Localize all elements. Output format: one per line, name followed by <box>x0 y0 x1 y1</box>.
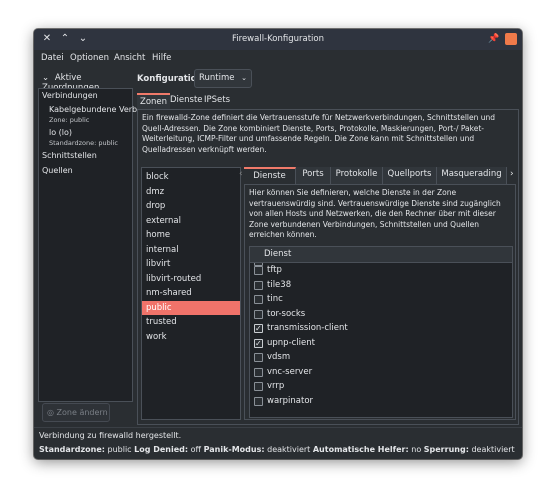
service-name: transmission-client <box>267 323 348 333</box>
zone-item-public[interactable]: public <box>142 300 240 315</box>
services-table-header[interactable]: Dienst <box>250 247 512 263</box>
tab-zones[interactable]: Zonen <box>137 93 171 109</box>
zone-item-trusted[interactable]: trusted <box>142 315 240 330</box>
active-bindings-panel: ⌄ Aktive Zuordnungen Verbindungen Kabelg… <box>38 71 139 425</box>
chevron-right-icon[interactable]: › <box>510 169 514 179</box>
table-row[interactable]: transmission-client <box>250 321 512 337</box>
change-zone-button[interactable]: ◎ Zone ändern <box>42 403 110 422</box>
status-details: Standardzone: public Log Denied: off Pan… <box>39 445 515 454</box>
zone-item-home[interactable]: home <box>142 228 240 243</box>
services-description: Hier können Sie definieren, welche Diens… <box>249 188 501 240</box>
tab-protokolle[interactable]: Protokolle <box>331 167 383 184</box>
service-checkbox[interactable] <box>254 396 263 406</box>
services-panel: Hier können Sie definieren, welche Diens… <box>244 184 516 420</box>
interface-item[interactable]: lo (lo) <box>49 128 72 137</box>
zone-item-nm-shared[interactable]: nm-shared <box>142 286 240 301</box>
status-log-denied-label: Log Denied: <box>134 445 189 454</box>
chevron-left-icon[interactable]: ‹ <box>239 169 243 179</box>
service-name: vnc-server <box>267 366 313 377</box>
connection-status: Verbindung zu firewalld hergestellt. <box>39 431 182 440</box>
zone-icon: ◎ <box>47 408 54 417</box>
service-checkbox[interactable] <box>254 367 263 377</box>
table-row[interactable]: upnp-client <box>250 336 512 351</box>
bindings-sources[interactable]: Quellen <box>42 166 73 175</box>
service-name: tile38 <box>267 279 292 290</box>
statusbar: Verbindung zu firewalld hergestellt. Sta… <box>34 427 522 459</box>
service-name: vrrp <box>267 381 285 391</box>
table-row[interactable]: vdsm <box>250 350 512 365</box>
zones-panel: Ein firewalld-Zone definiert die Vertrau… <box>137 109 519 425</box>
services-table: Dienst telnet tftp tile38 <box>249 246 513 418</box>
tab-services[interactable]: Dienste <box>167 93 206 109</box>
zone-description: Ein firewalld-Zone definiert die Vertrau… <box>142 113 496 154</box>
menu-datei[interactable]: Datei <box>41 53 64 63</box>
service-checkbox[interactable] <box>254 322 263 337</box>
config-select[interactable]: Runtime ⌄ <box>194 69 252 88</box>
service-checkbox[interactable] <box>254 280 263 290</box>
service-name: upnp-client <box>267 337 315 348</box>
menubar: Datei Optionen Ansicht Hilfe <box>34 50 522 68</box>
service-checkbox[interactable] <box>254 309 263 319</box>
chevron-down-icon: ⌄ <box>241 74 247 82</box>
zone-item-dmz[interactable]: dmz <box>142 185 240 200</box>
service-name: tor-socks <box>267 308 306 319</box>
menu-optionen[interactable]: Optionen <box>70 53 109 63</box>
window-title: Firewall-Konfiguration <box>232 34 324 44</box>
app-icon <box>505 33 517 45</box>
status-helpers-label: Automatische Helfer: <box>312 445 409 454</box>
tab-ports[interactable]: Ports <box>296 167 331 184</box>
table-row[interactable]: tftp <box>250 263 512 278</box>
interface-zone: Standardzone: public <box>49 139 118 147</box>
bindings-interfaces[interactable]: Schnittstellen <box>42 151 97 160</box>
pin-icon[interactable]: 📌 <box>487 32 501 46</box>
tab-dienste[interactable]: Dienste <box>244 167 296 184</box>
connection-zone: Zone: public <box>49 116 90 124</box>
table-row[interactable]: tinc <box>250 292 512 307</box>
table-row[interactable]: tile38 <box>250 278 512 293</box>
service-checkbox[interactable] <box>254 295 263 304</box>
zone-list: block dmz drop external home internal li… <box>141 167 241 420</box>
status-default-zone: public <box>107 445 132 454</box>
zone-tabs: ‹ Dienste Ports Protokolle Quellports Ma… <box>239 167 516 184</box>
status-lockdown: deaktiviert <box>471 445 515 454</box>
bindings-list: Verbindungen Kabelgebundene Verbi Zone: … <box>38 88 139 402</box>
service-name: warpinator <box>267 395 314 406</box>
menu-ansicht[interactable]: Ansicht <box>114 53 145 63</box>
table-row[interactable]: tor-socks <box>250 307 512 322</box>
status-log-denied: off <box>190 445 202 454</box>
service-checkbox[interactable] <box>254 353 263 362</box>
tab-ipsets[interactable]: IPSets <box>201 93 233 109</box>
status-panic-label: Panik-Modus: <box>203 445 265 454</box>
service-checkbox[interactable] <box>254 266 263 275</box>
firewall-window: ✕ ⌃ ⌄ Firewall-Konfiguration 📌 Datei Opt… <box>34 29 522 459</box>
main-panel: Konfiguration: Runtime ⌄ Zonen Dienste I… <box>137 69 519 425</box>
zone-item-internal[interactable]: internal <box>142 243 240 258</box>
table-row[interactable]: warpinator <box>250 394 512 409</box>
tab-masquerading[interactable]: Masquerading <box>437 167 507 184</box>
status-helpers: no <box>411 445 422 454</box>
service-name: vdsm <box>267 352 291 362</box>
bindings-connections[interactable]: Verbindungen <box>42 91 98 100</box>
zone-item-external[interactable]: external <box>142 214 240 229</box>
status-panic: deaktiviert <box>267 445 311 454</box>
zone-item-work[interactable]: work <box>142 330 240 345</box>
service-checkbox[interactable] <box>254 382 263 391</box>
menu-hilfe[interactable]: Hilfe <box>152 53 171 63</box>
zone-item-block[interactable]: block <box>142 170 240 185</box>
zone-item-libvirt-routed[interactable]: libvirt-routed <box>142 272 240 287</box>
status-default-zone-label: Standardzone: <box>39 445 105 454</box>
tab-quellports[interactable]: Quellports <box>383 167 437 184</box>
table-row[interactable]: vnc-server <box>250 365 512 380</box>
titlebar: ✕ ⌃ ⌄ Firewall-Konfiguration 📌 <box>34 29 522 50</box>
table-row[interactable]: vrrp <box>250 379 512 394</box>
service-name: tftp <box>267 265 282 275</box>
status-lockdown-label: Sperrung: <box>423 445 469 454</box>
service-name: tinc <box>267 294 283 304</box>
zone-item-libvirt[interactable]: libvirt <box>142 257 240 272</box>
connection-item[interactable]: Kabelgebundene Verbi <box>49 105 139 114</box>
zone-item-drop[interactable]: drop <box>142 199 240 214</box>
service-checkbox[interactable] <box>254 337 263 351</box>
chevron-down-icon: ⌄ <box>42 73 50 83</box>
